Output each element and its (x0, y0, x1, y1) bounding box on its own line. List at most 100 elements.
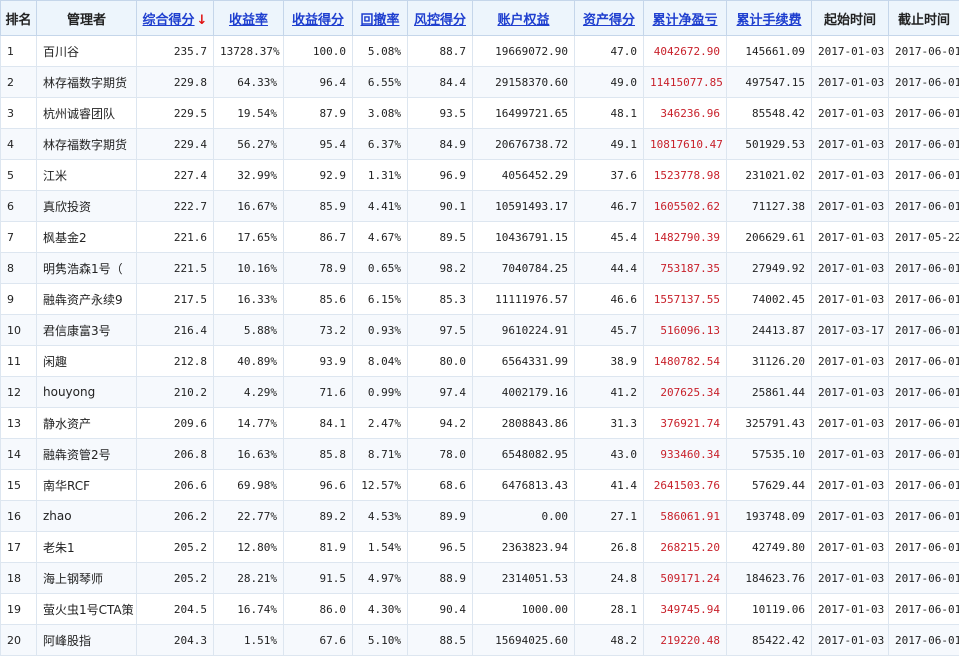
cell-risk_score: 88.5 (408, 625, 473, 656)
cell-start: 2017-01-03 (812, 67, 889, 98)
cell-return_score: 67.6 (284, 625, 353, 656)
cell-risk_score: 94.2 (408, 408, 473, 439)
cell-cum_pnl: 376921.74 (644, 408, 727, 439)
table-header-row: 排名管理者综合得分↓收益率收益得分回撤率风控得分账户权益资产得分累计净盈亏累计手… (1, 1, 959, 36)
cell-return_score: 92.9 (284, 160, 353, 191)
cell-return: 12.80% (214, 532, 284, 563)
cell-score: 205.2 (137, 563, 214, 594)
cell-equity: 2314051.53 (473, 563, 575, 594)
cell-return_score: 85.6 (284, 284, 353, 315)
table-row: 5江米227.432.99%92.91.31%96.94056452.2937.… (1, 160, 959, 191)
cell-score: 210.2 (137, 377, 214, 408)
cell-drawdown: 4.67% (353, 222, 408, 253)
cell-score: 206.2 (137, 501, 214, 532)
cell-manager: 萤火虫1号CTA策 (37, 594, 137, 625)
cell-asset_score: 31.3 (575, 408, 644, 439)
cell-manager: 融犇资管2号 (37, 439, 137, 470)
cell-risk_score: 89.9 (408, 501, 473, 532)
cell-start: 2017-01-03 (812, 501, 889, 532)
cell-cum_fee: 24413.87 (727, 315, 812, 346)
cell-cum_pnl: 349745.94 (644, 594, 727, 625)
cell-manager: 闲趣 (37, 346, 137, 377)
column-header-return[interactable]: 收益率 (214, 1, 284, 36)
cell-end: 2017-06-01 (889, 594, 959, 625)
cell-equity: 6476813.43 (473, 470, 575, 501)
column-header-equity[interactable]: 账户权益 (473, 1, 575, 36)
cell-equity: 0.00 (473, 501, 575, 532)
column-header-label: 收益率 (229, 13, 268, 28)
cell-drawdown: 12.57% (353, 470, 408, 501)
cell-drawdown: 8.04% (353, 346, 408, 377)
cell-equity: 9610224.91 (473, 315, 575, 346)
cell-drawdown: 6.15% (353, 284, 408, 315)
cell-asset_score: 38.9 (575, 346, 644, 377)
column-header-cum_fee[interactable]: 累计手续费 (727, 1, 812, 36)
cell-end: 2017-06-01 (889, 563, 959, 594)
column-header-return_score[interactable]: 收益得分 (284, 1, 353, 36)
cell-start: 2017-01-03 (812, 98, 889, 129)
column-header-drawdown[interactable]: 回撤率 (353, 1, 408, 36)
cell-cum_fee: 10119.06 (727, 594, 812, 625)
cell-risk_score: 84.9 (408, 129, 473, 160)
cell-drawdown: 1.54% (353, 532, 408, 563)
cell-rank: 1 (1, 36, 37, 67)
column-header-risk_score[interactable]: 风控得分 (408, 1, 473, 36)
table-row: 4林存福数字期货229.456.27%95.46.37%84.920676738… (1, 129, 959, 160)
cell-manager: 江米 (37, 160, 137, 191)
cell-return: 40.89% (214, 346, 284, 377)
column-header-score[interactable]: 综合得分↓ (137, 1, 214, 36)
cell-cum_pnl: 2641503.76 (644, 470, 727, 501)
cell-return_score: 81.9 (284, 532, 353, 563)
table-row: 1百川谷235.713728.37%100.05.08%88.719669072… (1, 36, 959, 67)
cell-rank: 16 (1, 501, 37, 532)
table-row: 14融犇资管2号206.816.63%85.88.71%78.06548082.… (1, 439, 959, 470)
cell-start: 2017-01-03 (812, 563, 889, 594)
cell-cum_pnl: 10817610.47 (644, 129, 727, 160)
cell-manager: 阿峰股指 (37, 625, 137, 656)
cell-risk_score: 89.5 (408, 222, 473, 253)
cell-drawdown: 4.53% (353, 501, 408, 532)
cell-return_score: 100.0 (284, 36, 353, 67)
cell-drawdown: 0.65% (353, 253, 408, 284)
cell-cum_pnl: 219220.48 (644, 625, 727, 656)
cell-start: 2017-03-17 (812, 315, 889, 346)
cell-end: 2017-06-01 (889, 377, 959, 408)
cell-cum_pnl: 586061.91 (644, 501, 727, 532)
cell-drawdown: 6.55% (353, 67, 408, 98)
ranking-table: 排名管理者综合得分↓收益率收益得分回撤率风控得分账户权益资产得分累计净盈亏累计手… (0, 0, 959, 656)
cell-score: 205.2 (137, 532, 214, 563)
cell-cum_fee: 42749.80 (727, 532, 812, 563)
cell-manager: 真欣投资 (37, 191, 137, 222)
cell-return_score: 89.2 (284, 501, 353, 532)
cell-return_score: 85.8 (284, 439, 353, 470)
cell-equity: 15694025.60 (473, 625, 575, 656)
cell-risk_score: 78.0 (408, 439, 473, 470)
column-header-label: 收益得分 (292, 13, 344, 28)
cell-cum_fee: 74002.45 (727, 284, 812, 315)
cell-cum_pnl: 1605502.62 (644, 191, 727, 222)
cell-start: 2017-01-03 (812, 377, 889, 408)
column-header-cum_pnl[interactable]: 累计净盈亏 (644, 1, 727, 36)
cell-asset_score: 28.1 (575, 594, 644, 625)
cell-start: 2017-01-03 (812, 532, 889, 563)
cell-return: 16.74% (214, 594, 284, 625)
cell-asset_score: 43.0 (575, 439, 644, 470)
column-header-asset_score[interactable]: 资产得分 (575, 1, 644, 36)
cell-drawdown: 8.71% (353, 439, 408, 470)
cell-return: 5.88% (214, 315, 284, 346)
column-header-label: 资产得分 (583, 13, 635, 28)
table-row: 7枫基金2221.617.65%86.74.67%89.510436791.15… (1, 222, 959, 253)
cell-return: 13728.37% (214, 36, 284, 67)
cell-cum_fee: 71127.38 (727, 191, 812, 222)
cell-risk_score: 90.4 (408, 594, 473, 625)
cell-return: 32.99% (214, 160, 284, 191)
arrow-down-icon[interactable]: ↓ (197, 13, 208, 28)
cell-return: 16.67% (214, 191, 284, 222)
table-row: 2林存福数字期货229.864.33%96.46.55%84.429158370… (1, 67, 959, 98)
cell-return: 17.65% (214, 222, 284, 253)
cell-end: 2017-06-01 (889, 501, 959, 532)
cell-end: 2017-06-01 (889, 129, 959, 160)
cell-risk_score: 96.9 (408, 160, 473, 191)
cell-equity: 1000.00 (473, 594, 575, 625)
cell-cum_fee: 325791.43 (727, 408, 812, 439)
